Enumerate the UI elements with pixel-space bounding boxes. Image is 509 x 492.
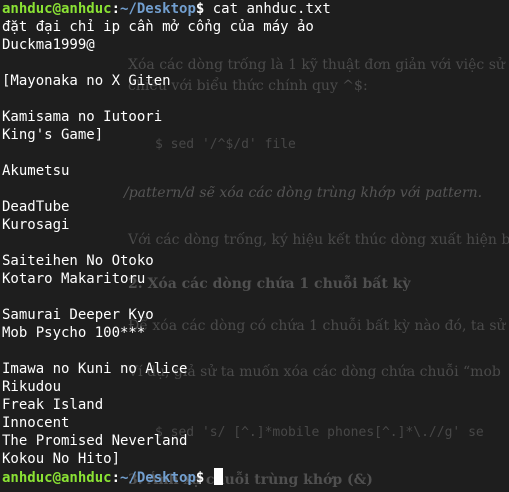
prompt-separator: : (111, 470, 121, 486)
output-line: DeadTube (2, 199, 70, 215)
output-line: Imawa no Kuni no Alice (2, 361, 188, 377)
output-line: Rikudou (2, 379, 62, 395)
prompt-user-host: anhduc@anhduc (2, 470, 112, 486)
output-line: Kotaro Makaritoru (2, 271, 146, 287)
output-line: Kokou No Hito] (2, 451, 121, 467)
output-line: Akumetsu (2, 163, 70, 179)
output-line: The Promised Neverland (2, 433, 188, 449)
active-prompt-line[interactable]: anhduc@anhduc:~/Desktop$ (2, 468, 509, 486)
command-text: cat anhduc.txt (204, 1, 331, 17)
output-line: Kurosagi (2, 217, 70, 233)
terminal-window[interactable]: anhduc@anhduc:~/Desktop$ cat anhduc.txt … (0, 0, 509, 492)
prompt-path: ~/Desktop (120, 470, 196, 486)
text-cursor[interactable] (213, 468, 223, 485)
output-line: [Mayonaka no X Giten (2, 73, 171, 89)
prompt-symbol: $ (195, 470, 205, 486)
output-line: Kamisama no Iutoori (2, 109, 163, 125)
output-line: Samurai Deeper Kyo (2, 307, 154, 323)
prompt-path: ~/Desktop (120, 1, 196, 17)
output-line: Duckma1999@ (2, 37, 95, 53)
output-line: King's Game] (2, 127, 104, 143)
output-line: Freak Island (2, 397, 104, 413)
output-line: Mob Psycho 100*** (2, 325, 146, 341)
output-line: Saiteihen No Otoko (2, 253, 154, 269)
command-line: anhduc@anhduc:~/Desktop$ cat anhduc.txt (2, 0, 509, 18)
prompt-user-host: anhduc@anhduc (2, 1, 112, 17)
output-line: đặt đại chỉ ip cần mở cổng của máy ảo (2, 19, 314, 35)
prompt-separator: : (111, 1, 121, 17)
output-line: Innocent (2, 415, 70, 431)
